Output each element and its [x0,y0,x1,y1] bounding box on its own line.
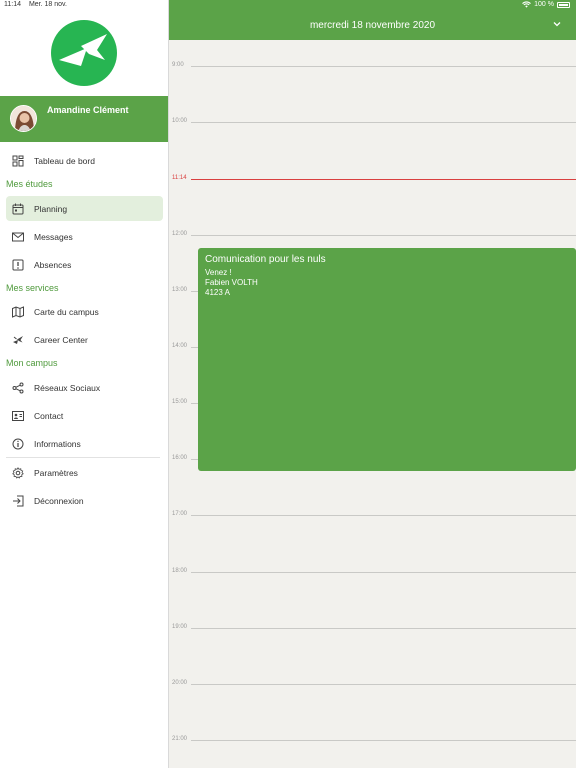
status-right: 100 % [522,1,570,8]
hour-line [191,122,576,123]
sidebar: Amandine Clément Tableau de bord Mes étu… [0,0,169,768]
hour-line [191,628,576,629]
hour-label: 17:00 [172,511,188,517]
sidebar-item-label: Messages [34,231,73,242]
hour-label: 10:00 [172,118,188,124]
header-date[interactable]: mercredi 18 novembre 2020 [169,20,576,31]
sidebar-item-label: Contact [34,410,64,421]
hour-label: 14:00 [172,343,188,349]
hour-label: 12:00 [172,231,188,237]
calendar-event[interactable]: Comunication pour les nuls Venez ! Fabie… [198,248,576,471]
app-logo [51,20,117,86]
dashboard-icon [12,155,24,167]
hour-row: 20:00 [169,680,576,686]
career-star-icon [12,334,24,346]
hour-row: 12:00 [169,231,576,237]
hour-label: 16:00 [172,455,188,461]
sidebar-item-deconnexion[interactable]: Déconnexion [6,488,163,513]
sidebar-item-parametres[interactable]: Paramètres [6,460,163,485]
sidebar-item-label: Carte du campus [34,306,99,317]
event-teacher: Fabien VOLTH [205,278,258,287]
share-icon [12,382,24,394]
wifi-icon [522,1,532,8]
map-icon [12,305,24,318]
sidebar-item-dashboard[interactable]: Tableau de bord [6,148,163,173]
section-mes-services: Mes services [6,283,59,293]
hour-line [191,66,576,67]
sidebar-item-label: Tableau de bord [34,155,95,166]
sidebar-item-label: Paramètres [34,467,78,478]
status-bar: 11:14 Mer. 18 nov. 100 % [0,0,576,11]
status-time: 11:14 [4,1,21,8]
profile-header[interactable]: Amandine Clément [0,96,168,142]
user-name: Amandine Clément [47,105,129,115]
sidebar-item-label: Déconnexion [34,495,84,506]
status-left: 11:14 Mer. 18 nov. [4,1,73,8]
sidebar-item-informations[interactable]: Informations [6,431,163,456]
mail-icon [12,231,24,243]
avatar [10,105,37,132]
hour-label: 9:00 [172,62,184,68]
section-mon-campus: Mon campus [6,358,58,368]
hour-label: 18:00 [172,568,188,574]
hour-row: 19:00 [169,624,576,630]
hour-row: 21:00 [169,736,576,742]
current-time-indicator: 11:14 [169,175,576,181]
section-mes-etudes: Mes études [6,179,53,189]
gear-icon [12,466,24,479]
sidebar-item-label: Planning [34,203,68,214]
alert-icon [12,259,24,271]
battery-percent: 100 % [534,1,554,8]
calendar-main: mercredi 18 novembre 2020 9:00 10:00 12:00… [169,0,576,768]
hour-label: 13:00 [172,287,188,293]
sidebar-item-label: Informations [34,438,81,449]
battery-icon [557,1,570,8]
status-date: Mer. 18 nov. [28,1,67,8]
hour-label: 21:00 [172,736,188,742]
hour-line [191,740,576,741]
current-time-line [191,179,576,180]
sidebar-item-contact[interactable]: Contact [6,403,163,428]
hour-row: 9:00 [169,62,576,68]
hour-line [191,515,576,516]
event-room: 4123 A [205,288,230,297]
hour-row: 18:00 [169,568,576,574]
sidebar-item-carte[interactable]: Carte du campus [6,299,163,324]
hour-line [191,235,576,236]
sidebar-item-label: Absences [34,259,72,270]
hour-row: 10:00 [169,118,576,124]
hour-line [191,684,576,685]
chevron-down-icon[interactable] [552,19,562,29]
info-icon [12,438,24,450]
sidebar-item-career[interactable]: Career Center [6,327,163,352]
current-time-label: 11:14 [172,175,187,181]
event-description: Venez ! [205,268,232,277]
sidebar-divider [6,457,160,458]
hour-label: 15:00 [172,399,188,405]
logout-icon [12,495,24,507]
sidebar-item-label: Réseaux Sociaux [34,382,101,393]
contact-card-icon [12,410,24,422]
sidebar-item-planning[interactable]: Planning [6,196,163,221]
calendar-icon [12,203,24,215]
sidebar-item-label: Career Center [34,334,88,345]
logo-area [0,11,168,96]
hour-label: 20:00 [172,680,188,686]
sidebar-item-absences[interactable]: Absences [6,252,163,277]
sidebar-item-messages[interactable]: Messages [6,224,163,249]
event-title: Comunication pour les nuls [205,254,326,265]
sidebar-item-reseaux[interactable]: Réseaux Sociaux [6,375,163,400]
hour-line [191,572,576,573]
hour-row: 17:00 [169,511,576,517]
hour-label: 19:00 [172,624,188,630]
